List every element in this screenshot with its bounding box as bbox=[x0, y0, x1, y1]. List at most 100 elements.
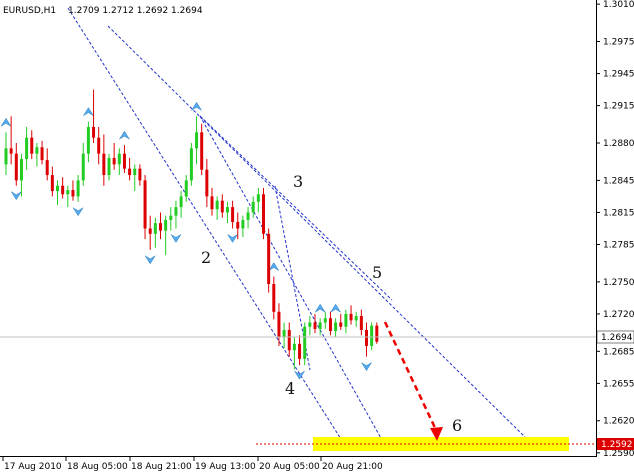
candle-body bbox=[303, 326, 307, 359]
chart-ohlc: 1.2709 1.2712 1.2692 1.2694 bbox=[68, 6, 203, 16]
target-price-label: 1.2592 bbox=[601, 440, 633, 450]
time-tick-label: 20 Aug 21:00 bbox=[322, 462, 383, 472]
price-tick-label: 1.2880 bbox=[603, 139, 634, 149]
candle-body bbox=[359, 316, 363, 330]
candle-body bbox=[328, 318, 332, 332]
chart-background bbox=[0, 0, 634, 474]
candle-body bbox=[45, 160, 49, 176]
price-tick-label: 1.2975 bbox=[603, 38, 634, 48]
candle-body bbox=[107, 157, 111, 176]
price-tick-label: 1.2815 bbox=[603, 208, 634, 218]
candle-body bbox=[174, 207, 178, 216]
time-tick-label: 18 Aug 21:00 bbox=[131, 462, 192, 472]
candle-body bbox=[19, 159, 23, 181]
candle-body bbox=[344, 313, 348, 327]
candle-body bbox=[318, 322, 322, 329]
candle-body bbox=[349, 313, 353, 321]
candle-body bbox=[81, 153, 85, 181]
candle-body bbox=[241, 219, 245, 229]
candle-body bbox=[133, 168, 137, 176]
candle-body bbox=[205, 169, 209, 197]
candle-body bbox=[117, 153, 121, 165]
candle-body bbox=[287, 329, 291, 351]
candle-body bbox=[334, 322, 338, 332]
candle-body bbox=[97, 137, 101, 154]
candle-body bbox=[112, 157, 116, 165]
candle-body bbox=[184, 180, 188, 197]
candle-body bbox=[4, 148, 8, 165]
candle-body bbox=[236, 222, 240, 229]
candle-body bbox=[179, 196, 183, 208]
candle-body bbox=[189, 148, 193, 181]
price-tick-label: 1.2655 bbox=[603, 379, 634, 389]
price-tick-label: 1.2685 bbox=[603, 347, 634, 357]
candle-body bbox=[169, 215, 173, 220]
current-price-label: 1.2694 bbox=[601, 333, 633, 343]
candle-body bbox=[40, 147, 44, 161]
candle-body bbox=[30, 137, 34, 154]
price-tick-label: 1.2590 bbox=[603, 449, 634, 459]
candle-body bbox=[14, 153, 18, 181]
wave-label-5: 5 bbox=[372, 263, 382, 282]
candle-body bbox=[282, 329, 286, 338]
candle-body bbox=[71, 190, 75, 197]
candle-body bbox=[200, 132, 204, 170]
candle-body bbox=[308, 322, 312, 327]
candle-body bbox=[66, 190, 70, 195]
candle-body bbox=[225, 207, 229, 213]
candle-body bbox=[61, 185, 65, 195]
price-tick-label: 1.2845 bbox=[603, 176, 634, 186]
candle-body bbox=[86, 126, 90, 154]
candle-body bbox=[262, 194, 265, 234]
price-tick-label: 1.3010 bbox=[603, 0, 634, 10]
candle-body bbox=[122, 153, 126, 169]
candle-body bbox=[267, 233, 271, 285]
candle-body bbox=[153, 223, 157, 234]
wave-label-2: 2 bbox=[201, 248, 211, 267]
time-tick-label: 18 Aug 05:00 bbox=[67, 462, 128, 472]
candle-body bbox=[365, 329, 368, 346]
candle-body bbox=[292, 343, 296, 351]
candle-body bbox=[9, 148, 13, 154]
candle-body bbox=[143, 180, 147, 229]
candle-body bbox=[251, 201, 255, 213]
wave-label-3: 3 bbox=[293, 172, 303, 191]
chart-symbol: EURUSD,H1 bbox=[3, 6, 56, 16]
candle-body bbox=[313, 322, 317, 329]
candle-body bbox=[246, 212, 250, 220]
candle-body bbox=[25, 137, 29, 160]
candle-body bbox=[138, 168, 142, 181]
candle-body bbox=[102, 153, 106, 176]
candle-body bbox=[210, 196, 214, 210]
current-price-tag: 1.2694 bbox=[596, 330, 634, 344]
candle-body bbox=[375, 325, 379, 342]
candle-body bbox=[76, 180, 80, 197]
price-tick-label: 1.2945 bbox=[603, 70, 634, 80]
price-tick-label: 1.2750 bbox=[603, 278, 634, 288]
candle-body bbox=[56, 185, 59, 192]
candle-body bbox=[370, 325, 374, 346]
candle-body bbox=[354, 316, 358, 321]
candle-body bbox=[128, 168, 132, 176]
price-tick-label: 1.2620 bbox=[603, 417, 634, 427]
candle-body bbox=[256, 194, 260, 202]
wave-label-4: 4 bbox=[285, 379, 295, 398]
candle-body bbox=[298, 343, 302, 359]
candle-body bbox=[339, 322, 343, 327]
candle-body bbox=[148, 228, 152, 234]
candle-body bbox=[195, 132, 199, 149]
candle-body bbox=[277, 311, 281, 338]
candle-body bbox=[164, 219, 168, 231]
candle-body bbox=[220, 200, 224, 213]
time-tick-label: 19 Aug 13:00 bbox=[195, 462, 256, 472]
price-tick-label: 1.2915 bbox=[603, 102, 634, 112]
candle-body bbox=[159, 223, 162, 231]
candle-body bbox=[92, 126, 96, 138]
price-tick-label: 1.2720 bbox=[603, 310, 634, 320]
price-tick-label: 1.2785 bbox=[603, 240, 634, 250]
time-tick-label: 20 Aug 05:00 bbox=[259, 462, 320, 472]
candle-body bbox=[35, 147, 39, 154]
candle-body bbox=[323, 318, 327, 323]
time-tick-label: 17 Aug 2010 bbox=[4, 462, 62, 472]
price-chart[interactable]: 2 3 4 5 6 EURUSD,H1 1.2709 1.2712 1.2692… bbox=[0, 0, 634, 474]
